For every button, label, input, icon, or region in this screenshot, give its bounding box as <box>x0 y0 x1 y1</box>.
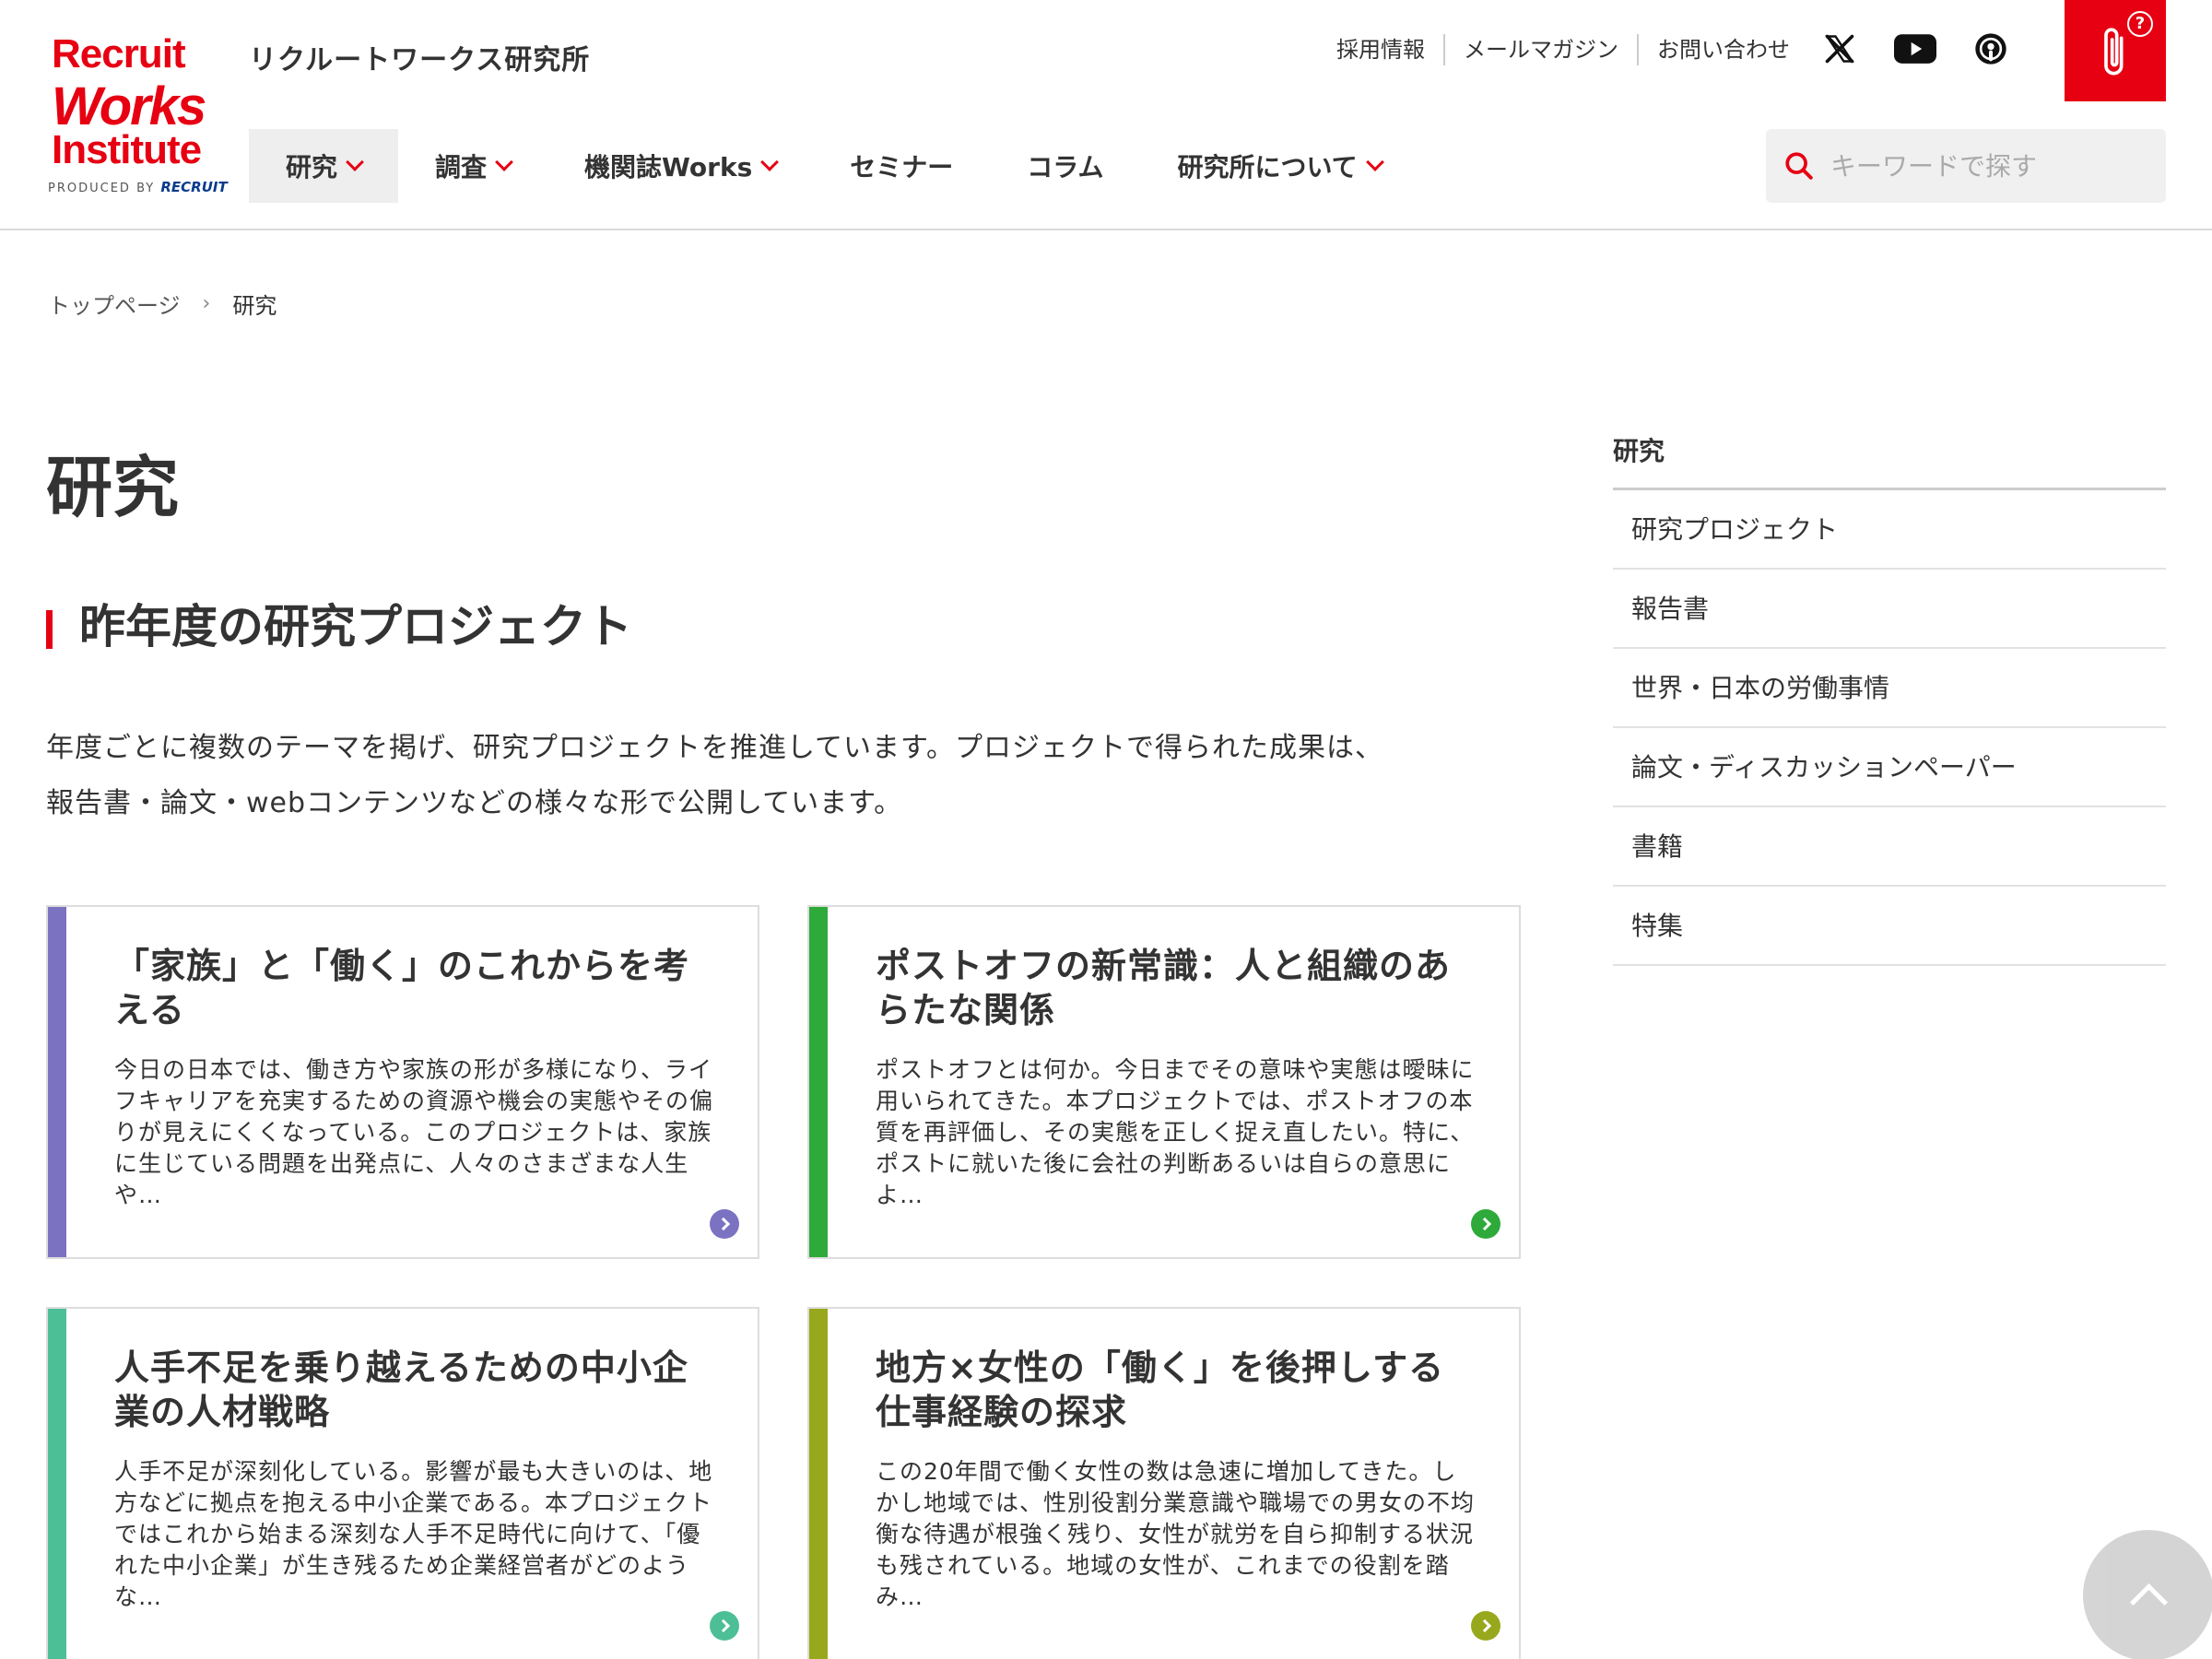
chevron-down-icon <box>1365 153 1384 171</box>
section-title: 昨年度の研究プロジェクト <box>46 599 632 654</box>
site-name[interactable]: リクルートワークス研究所 <box>249 37 590 77</box>
sidebar-heading[interactable]: 研究 <box>1613 433 2166 490</box>
util-link-contact[interactable]: お問い合わせ <box>1637 34 1808 65</box>
arrow-right-icon[interactable] <box>1471 1611 1500 1641</box>
arrow-right-icon[interactable] <box>710 1611 739 1641</box>
search-icon[interactable] <box>1781 147 1818 184</box>
chevron-down-icon <box>760 153 780 171</box>
logo-line-3: Institute <box>52 127 202 172</box>
sidebar-item-reports[interactable]: 報告書 <box>1613 570 2166 649</box>
nav-item-survey[interactable]: 調査 <box>398 129 547 203</box>
nav-item-works-magazine[interactable]: 機関誌Works <box>547 129 813 203</box>
sidebar-item-features[interactable]: 特集 <box>1613 887 2166 966</box>
youtube-icon[interactable] <box>1894 28 1936 70</box>
arrow-right-icon[interactable] <box>710 1209 739 1239</box>
podcast-icon[interactable] <box>1970 28 2012 70</box>
chevron-up-icon[interactable] <box>2083 1530 2212 1659</box>
page-title: 研究 <box>46 449 180 526</box>
sidebar-item-labor-affairs[interactable]: 世界・日本の労働事情 <box>1613 649 2166 728</box>
card-title: 人手不足を乗り越えるための中小企業の人材戦略 <box>114 1347 688 1432</box>
card-color-stripe <box>809 907 828 1257</box>
intro-line-2: 報告書・論文・webコンテンツなどの様々な形で公開しています。 <box>46 787 903 819</box>
card-color-stripe <box>809 1309 828 1659</box>
logo-produced-by: PRODUCED BY RECRUIT <box>48 179 228 195</box>
sidebar-item-papers[interactable]: 論文・ディスカッションペーパー <box>1613 728 2166 807</box>
keyword-search <box>1766 129 2166 203</box>
intro-line-1: 年度ごとに複数のテーマを掲げ、研究プロジェクトを推進しています。プロジェクトで得… <box>46 732 1383 764</box>
project-card-family-work[interactable]: 「家族」と「働く」のこれからを考える 今日の日本では、働き方や家族の形が多様にな… <box>46 905 759 1259</box>
sidebar-item-research-projects[interactable]: 研究プロジェクト <box>1613 490 2166 570</box>
sidebar: 研究 研究プロジェクト 報告書 世界・日本の労働事情 論文・ディスカッションペー… <box>1613 433 2166 966</box>
project-card-sme-talent[interactable]: 人手不足を乗り越えるための中小企業の人材戦略 人手不足が深刻化している。影響が最… <box>46 1307 759 1659</box>
card-title: 「家族」と「働く」のこれからを考える <box>114 946 690 1030</box>
card-color-stripe <box>48 1309 66 1659</box>
intro-text: 年度ごとに複数のテーマを掲げ、研究プロジェクトを推進しています。プロジェクトで得… <box>46 721 1521 831</box>
logo-line-1: Recruit <box>52 31 186 76</box>
card-summary: ポストオフとは何か。今日までその意味や実態は曖昧に用いられてきた。本プロジェクト… <box>876 1056 1475 1208</box>
nav-item-column[interactable]: コラム <box>990 129 1140 203</box>
nav-item-about[interactable]: 研究所について <box>1140 129 1418 203</box>
breadcrumb-separator: › <box>202 292 211 315</box>
recruit-works-institute-logo[interactable]: Recruit Works Institute PRODUCED BY RECR… <box>48 31 228 197</box>
util-link-mail-magazine[interactable]: メールマガジン <box>1443 34 1637 65</box>
global-nav: 研究 調査 機関誌Works セミナー コラム 研究所について <box>249 129 1418 203</box>
arrow-right-icon[interactable] <box>1471 1209 1500 1239</box>
card-summary: 今日の日本では、働き方や家族の形が多様になり、ライフキャリアを充実するための資源… <box>114 1056 714 1208</box>
breadcrumb-current: 研究 <box>232 293 277 319</box>
breadcrumb-home[interactable]: トップページ <box>48 288 181 320</box>
card-summary: この20年間で働く女性の数は急速に増加してきた。しかし地域では、性別役割分業意識… <box>876 1458 1476 1610</box>
site-header: Recruit Works Institute PRODUCED BY RECR… <box>0 0 2212 230</box>
card-color-stripe <box>48 907 66 1257</box>
project-card-post-off[interactable]: ポストオフの新常識：人と組織のあらたな関係 ポストオフとは何か。今日までその意味… <box>807 905 1521 1259</box>
nav-item-seminar[interactable]: セミナー <box>813 129 990 203</box>
nav-item-research[interactable]: 研究 <box>249 129 399 203</box>
util-link-recruit-info[interactable]: 採用情報 <box>1318 34 1443 65</box>
paperclip-help-icon[interactable]: ? <box>2065 0 2166 101</box>
chevron-down-icon <box>346 153 364 171</box>
x-icon[interactable] <box>1818 28 1861 70</box>
card-summary: 人手不足が深刻化している。影響が最も大きいのは、地方などに拠点を抱える中小企業で… <box>114 1458 713 1610</box>
help-question-mark: ? <box>2127 11 2153 37</box>
project-card-regional-women[interactable]: 地方×女性の「働く」を後押しする仕事経験の探求 この20年間で働く女性の数は急速… <box>807 1307 1521 1659</box>
search-input[interactable] <box>1830 150 2144 182</box>
utility-links: 採用情報 メールマガジン お問い合わせ <box>1318 31 1808 68</box>
breadcrumb: トップページ › 研究 <box>48 288 276 320</box>
chevron-down-icon <box>495 153 513 171</box>
card-title: ポストオフの新常識：人と組織のあらたな関係 <box>876 946 1452 1030</box>
sidebar-item-books[interactable]: 書籍 <box>1613 807 2166 887</box>
card-title: 地方×女性の「働く」を後押しする仕事経験の探求 <box>876 1347 1445 1432</box>
